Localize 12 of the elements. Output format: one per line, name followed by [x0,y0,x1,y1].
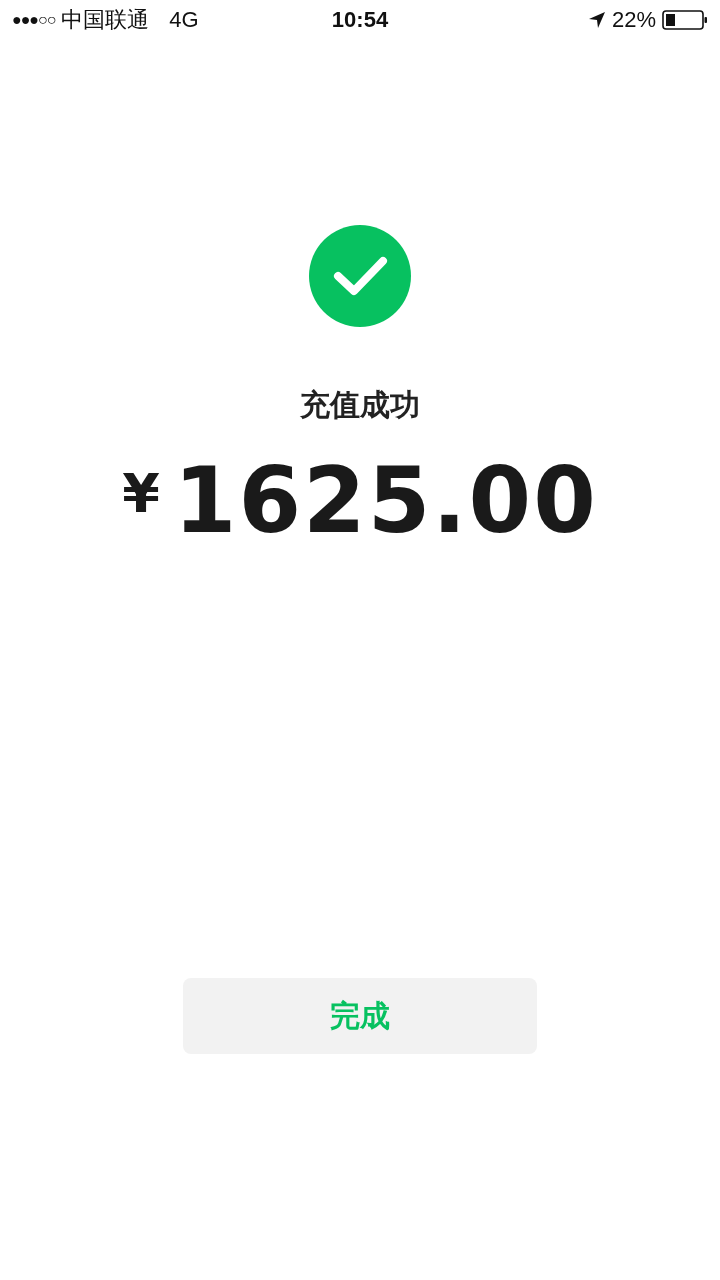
battery-percent: 22% [611,7,656,33]
amount-value: 1625.00 [173,448,598,553]
result-title: 充值成功 [300,386,420,424]
network-type: 4G [169,7,199,33]
battery-icon [662,10,708,30]
carrier-name: 中国联通 [61,6,150,34]
signal-strength: ●●●○○ [12,11,56,29]
success-check-icon [309,225,411,327]
location-icon [587,11,606,29]
status-time: 10:54 [331,7,389,33]
currency-symbol: ¥ [122,462,160,525]
done-button[interactable]: 完成 [183,978,537,1054]
